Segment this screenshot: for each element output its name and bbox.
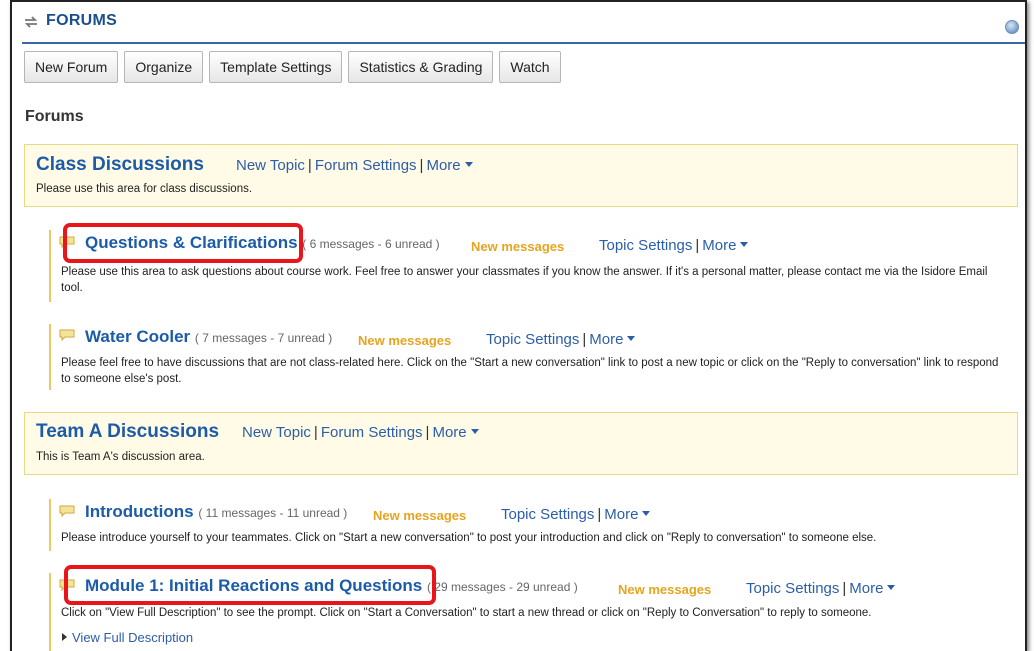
topic-settings-link[interactable]: Topic Settings [501,506,594,523]
message-count: ( 6 messages - 6 unread ) [302,237,440,251]
forums-panel: FORUMS New Forum Organize Template Setti… [10,0,1027,651]
more-menu[interactable]: More [702,237,749,254]
more-menu[interactable]: More [426,157,473,174]
chevron-down-icon [642,511,651,516]
new-messages-label: New messages [618,582,712,597]
toolbar: New Forum Organize Template Settings Sta… [24,51,561,83]
forum-description: This is Team A's discussion area. [36,451,205,463]
chevron-down-icon [464,162,473,167]
forum-links: New Topic | Forum Settings | More [236,157,473,174]
template-settings-button[interactable]: Template Settings [209,51,343,83]
forum-settings-link[interactable]: Forum Settings [315,157,417,174]
topic-links: Topic Settings | More [501,506,651,523]
new-messages-label: New messages [358,333,452,348]
forum-description: Please use this area for class discussio… [36,183,253,195]
topic-links: Topic Settings | More [486,331,636,348]
topic-description: Please introduce yourself to your teamma… [61,532,877,544]
forum-title[interactable]: Class Discussions [36,154,204,176]
topic-title[interactable]: Introductions ( 11 messages - 11 unread … [85,502,347,522]
chevron-down-icon [470,429,479,434]
more-menu[interactable]: More [432,424,479,441]
chevron-down-icon [740,242,749,247]
forum-links: New Topic | Forum Settings | More [242,424,479,441]
topic-item: Questions & Clarifications ( 6 messages … [49,230,1009,302]
topic-title[interactable]: Questions & Clarifications ( 6 messages … [85,233,440,253]
new-messages-label: New messages [373,508,467,523]
topic-title[interactable]: Module 1: Initial Reactions and Question… [85,576,578,596]
new-topic-link[interactable]: New Topic [242,424,311,441]
topic-links: Topic Settings | More [746,580,896,597]
statistics-grading-button[interactable]: Statistics & Grading [348,51,494,83]
forums-titlebar: FORUMS [22,2,1025,44]
section-heading: Forums [25,108,84,125]
forum-header-class-discussions: Class Discussions New Topic | Forum Settin… [24,144,1018,207]
topic-links: Topic Settings | More [599,237,749,254]
page-title: FORUMS [46,12,118,29]
sync-arrows-icon [24,16,38,28]
message-count: ( 11 messages - 11 unread ) [198,506,348,520]
new-messages-label: New messages [471,239,565,254]
speech-bubble-icon [59,505,75,517]
new-topic-link[interactable]: New Topic [236,157,305,174]
chevron-down-icon [887,585,896,590]
more-menu[interactable]: More [604,506,651,523]
topic-settings-link[interactable]: Topic Settings [746,580,839,597]
message-count: ( 29 messages - 29 unread ) [426,580,578,594]
topic-settings-link[interactable]: Topic Settings [486,331,579,348]
help-icon[interactable] [1005,20,1019,34]
forum-header-team-a-discussions: Team A Discussions New Topic | Forum Setti… [24,412,1018,475]
topic-description: Please use this area to ask questions ab… [61,266,988,294]
more-menu[interactable]: More [589,331,636,348]
caret-right-icon [62,633,67,641]
speech-bubble-icon [59,329,75,341]
new-forum-button[interactable]: New Forum [24,51,119,83]
topic-description: Click on "View Full Description" to see … [61,607,872,619]
organize-button[interactable]: Organize [124,51,204,83]
watch-button[interactable]: Watch [499,51,561,83]
message-count: ( 7 messages - 7 unread ) [194,331,333,345]
view-full-description-link[interactable]: View Full Description [62,630,193,645]
topic-description: Please feel free to have discussions tha… [61,357,999,385]
speech-bubble-icon [59,236,75,248]
topic-settings-link[interactable]: Topic Settings [599,237,692,254]
more-menu[interactable]: More [849,580,896,597]
topic-item: Water Cooler ( 7 messages - 7 unread ) N… [49,324,1009,390]
forum-settings-link[interactable]: Forum Settings [321,424,423,441]
topic-item: Introductions ( 11 messages - 11 unread … [49,499,1009,551]
topic-title[interactable]: Water Cooler ( 7 messages - 7 unread ) [85,327,332,347]
forum-title[interactable]: Team A Discussions [36,421,219,443]
speech-bubble-icon [59,579,75,591]
chevron-down-icon [627,336,636,341]
